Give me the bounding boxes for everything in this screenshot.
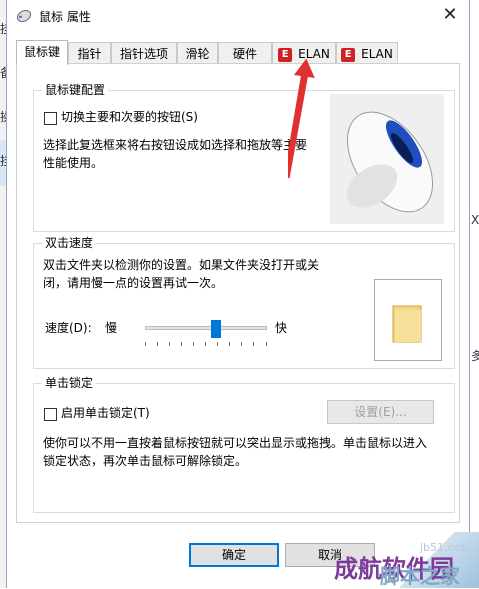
mouse-properties-window: 鼠标 属性 ✕ 鼠标键 指针 指针选项 滑轮 硬件 E ELAN E ELAN 鼠标… bbox=[6, 0, 470, 588]
swap-buttons-label[interactable]: 切换主要和次要的按钮(S) bbox=[61, 108, 198, 126]
group-title: 单击锁定 bbox=[42, 376, 97, 390]
tab-panel-buttons: 鼠标键配置 切换主要和次要的按钮(S) 选择此复选框来将右按钮设成如选择和拖放等… bbox=[16, 63, 460, 523]
window-title: 鼠标 属性 bbox=[39, 10, 91, 24]
elan-icon: E bbox=[341, 47, 356, 62]
click-lock-label[interactable]: 启用单击锁定(T) bbox=[61, 404, 150, 422]
title-bar[interactable]: 鼠标 属性 ✕ bbox=[7, 0, 469, 32]
close-button[interactable]: ✕ bbox=[437, 3, 463, 27]
background-text: X bbox=[471, 213, 479, 227]
speed-slider-track[interactable] bbox=[145, 326, 267, 330]
slow-label: 慢 bbox=[105, 321, 118, 335]
group-title: 鼠标键配置 bbox=[42, 83, 109, 97]
background-text: 多 bbox=[471, 349, 479, 363]
group-title: 双击速度 bbox=[42, 236, 97, 250]
click-lock-description: 使你可以不用一直按着鼠标按钮就可以突出显示或拖拽。单击鼠标以进入锁定状态，再次单… bbox=[43, 436, 428, 468]
background-window-right: X 多 bbox=[470, 0, 479, 588]
watermark-text-2: 脚本之家 bbox=[380, 564, 460, 588]
tab-pointer-options[interactable]: 指针选项 bbox=[111, 42, 177, 64]
click-lock-settings-button[interactable]: 设置(E)... bbox=[327, 400, 434, 424]
tab-wheel[interactable]: 滑轮 bbox=[177, 42, 218, 64]
red-arrow-annotation bbox=[288, 58, 315, 179]
tab-hardware[interactable]: 硬件 bbox=[218, 42, 272, 64]
speed-slider-ticks bbox=[145, 342, 267, 346]
swap-description: 选择此复选框来将右按钮设成如选择和拖放等主要性能使用。 bbox=[43, 138, 308, 170]
speed-label: 速度(D): bbox=[45, 321, 92, 335]
mouse-icon bbox=[16, 8, 32, 25]
tab-elan-label: ELAN bbox=[361, 47, 393, 61]
mouse-illustration bbox=[330, 94, 444, 224]
fast-label: 快 bbox=[275, 321, 288, 335]
test-folder-area[interactable] bbox=[374, 279, 442, 361]
tab-pointers[interactable]: 指针 bbox=[68, 42, 111, 64]
click-lock-checkbox[interactable] bbox=[44, 408, 57, 421]
tab-buttons[interactable]: 鼠标键 bbox=[16, 40, 68, 65]
swap-buttons-checkbox[interactable] bbox=[44, 112, 57, 125]
double-click-description: 双击文件夹以检测你的设置。如果文件夹没打开或关闭，请用慢一点的设置再试一次。 bbox=[43, 258, 320, 290]
tab-elan-2[interactable]: E ELAN bbox=[336, 42, 398, 64]
speed-slider-thumb[interactable] bbox=[211, 320, 221, 338]
ok-button[interactable]: 确定 bbox=[189, 543, 279, 567]
